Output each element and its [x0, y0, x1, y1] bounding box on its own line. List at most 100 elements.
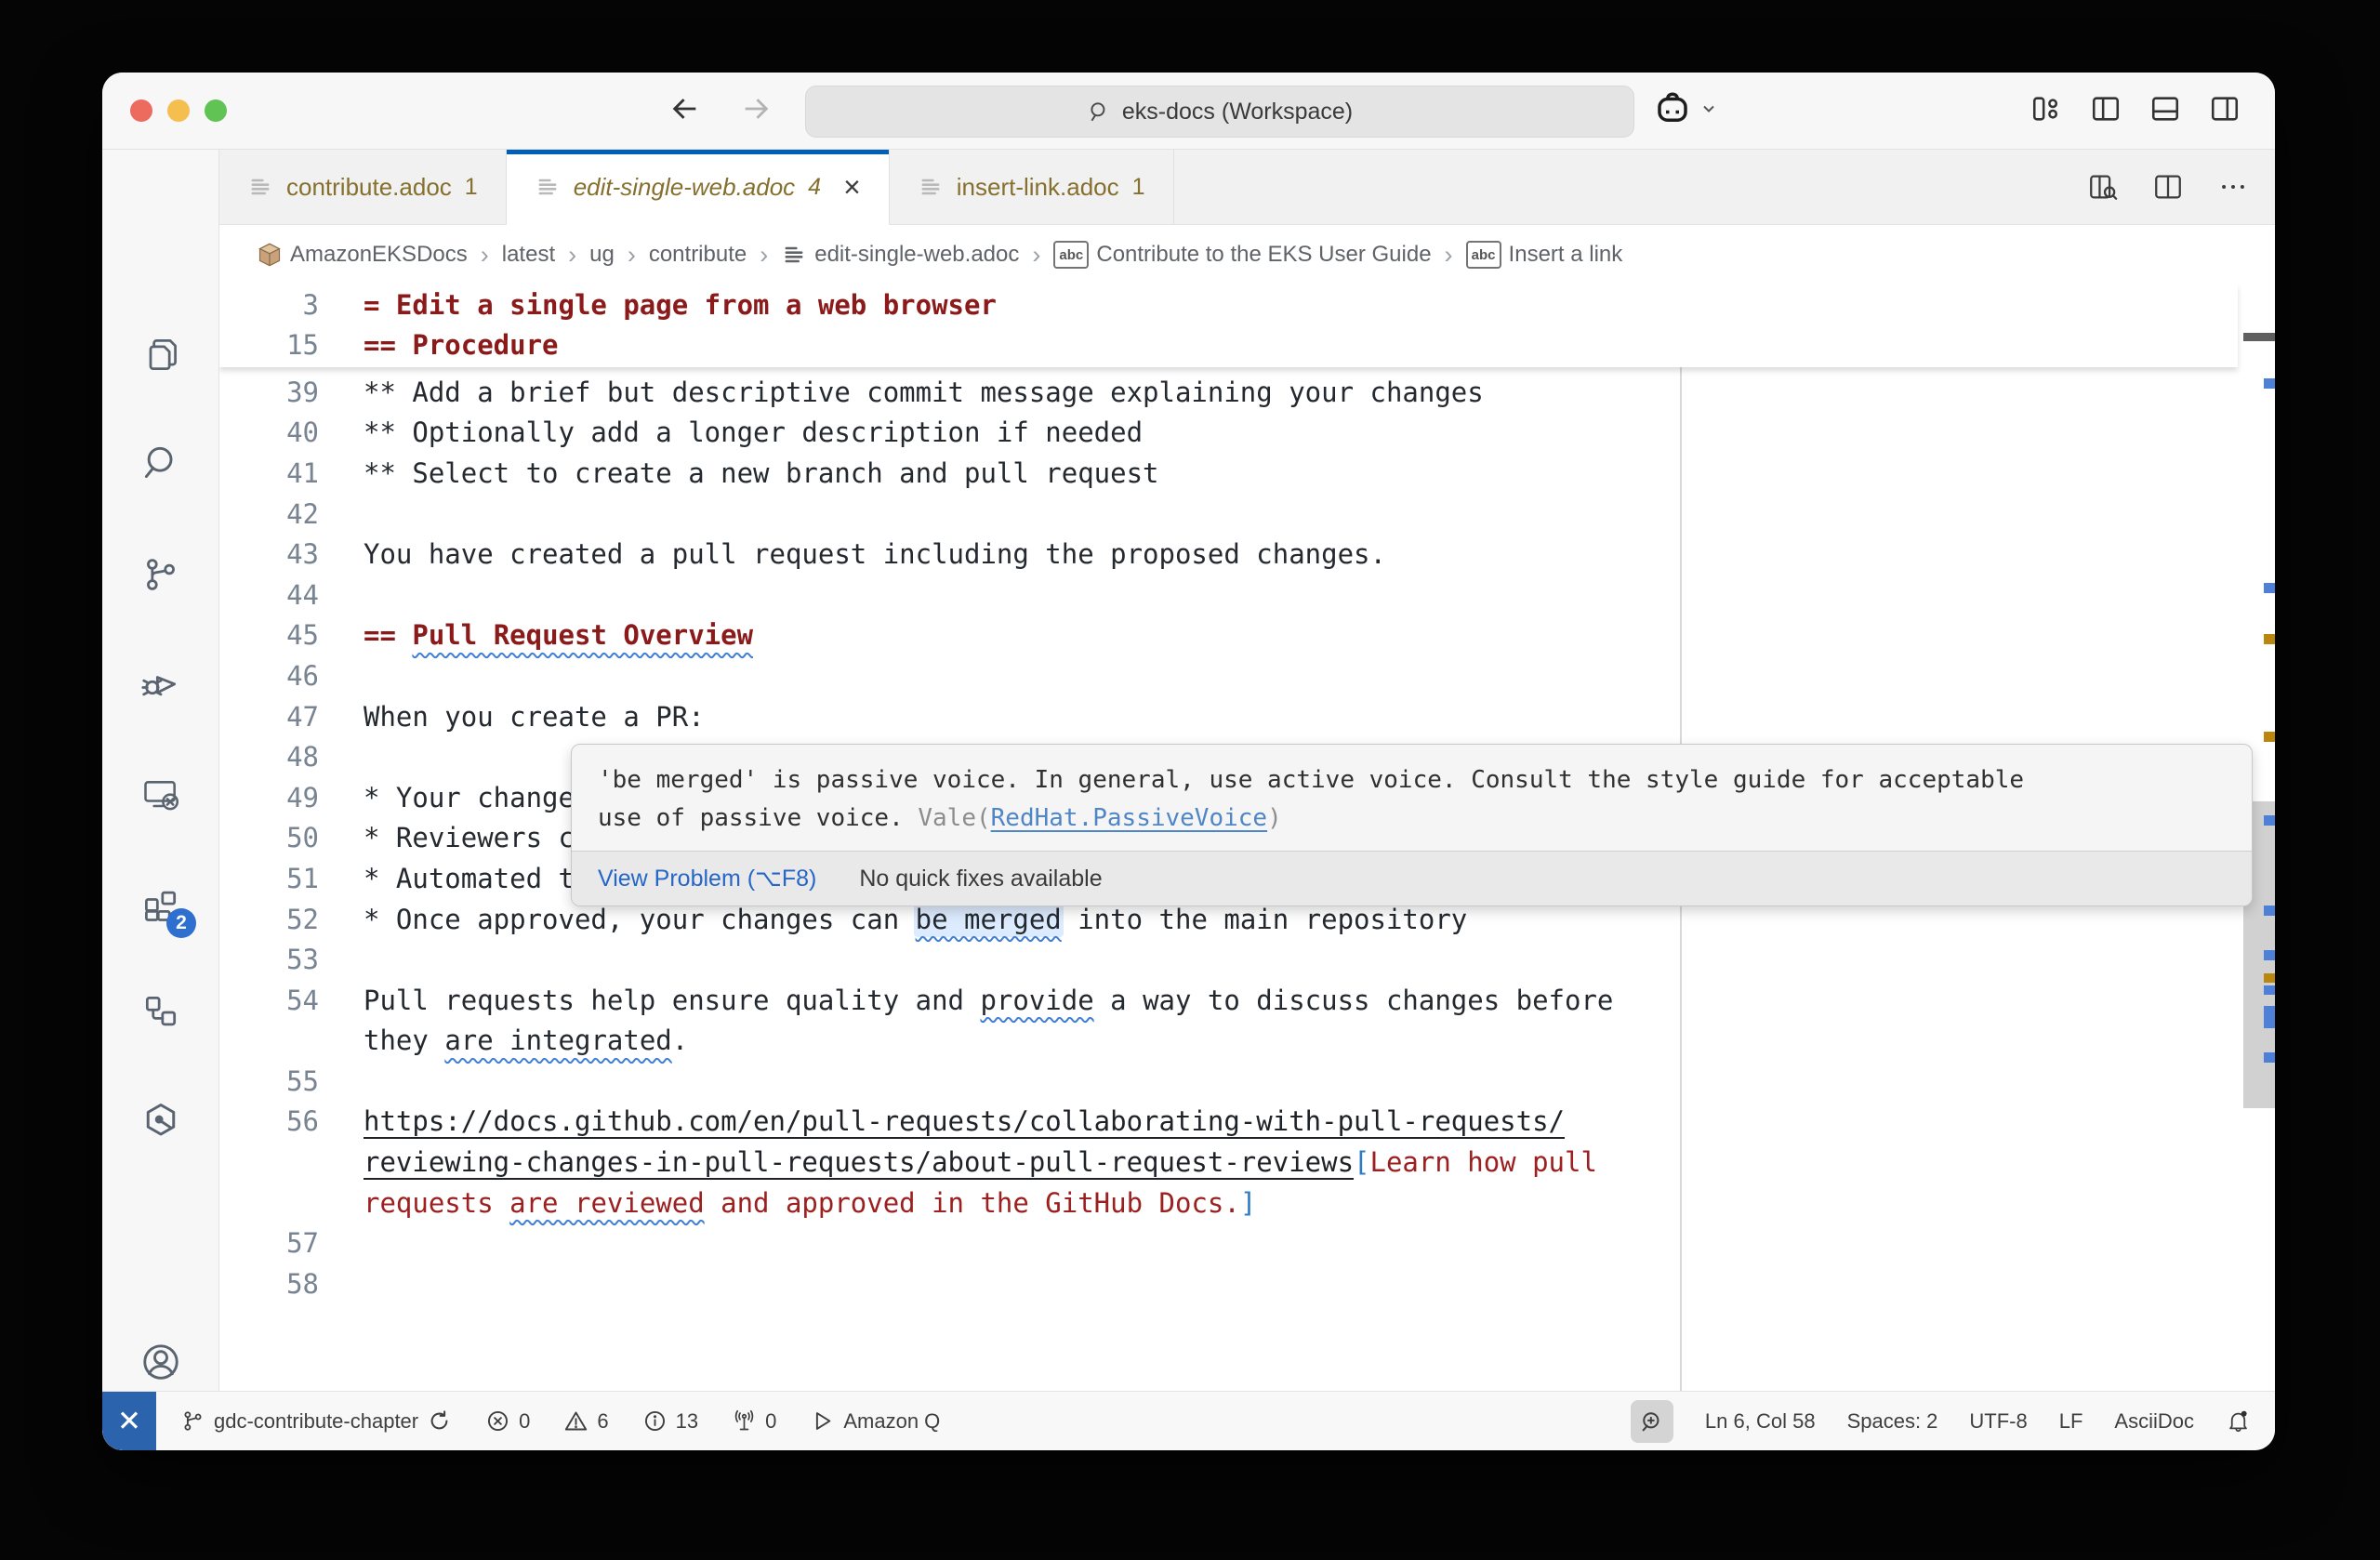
code-editor[interactable]: 39** Add a brief but descriptive commit …	[219, 284, 2275, 1391]
branch-item[interactable]: gdc-contribute-chapter	[180, 1408, 452, 1434]
code-span: .	[672, 1025, 688, 1056]
activity-bar-item-source-control[interactable]	[102, 526, 218, 623]
activity-bar-item-explorer[interactable]	[102, 307, 218, 403]
line-number: 53	[219, 944, 319, 975]
activity-bar-item-run-debug[interactable]	[102, 634, 218, 731]
status-bar: gdc-contribute-chapter 0 6 13 0 Amazon Q Ln 6…	[102, 1391, 2275, 1450]
info-icon	[642, 1408, 668, 1434]
code-line: 44	[219, 575, 2238, 615]
maximize-window-button[interactable]	[205, 99, 227, 122]
code-span: a way to discuss changes before	[1094, 985, 1614, 1016]
tab-contribute.adoc[interactable]: contribute.adoc1	[219, 150, 507, 224]
amazon-q-item[interactable]: Amazon Q	[810, 1408, 940, 1434]
language-mode[interactable]: AsciiDoc	[2114, 1409, 2194, 1434]
indentation[interactable]: Spaces: 2	[1847, 1409, 1938, 1434]
breadcrumb-label: ug	[589, 242, 615, 268]
breadcrumb-label: AmazonEKSDocs	[290, 242, 468, 268]
command-center-search[interactable]: eks-docs (Workspace)	[805, 86, 1634, 138]
warnings-count[interactable]: 6	[563, 1408, 608, 1434]
line-number: 51	[219, 863, 319, 894]
editor-region: contribute.adoc1edit-single-web.adoc4×in…	[219, 150, 2275, 1391]
toggle-panel-icon[interactable]	[2149, 93, 2181, 129]
overview-mark	[2264, 634, 2275, 644]
tab-edit-single-web.adoc[interactable]: edit-single-web.adoc4×	[507, 150, 890, 225]
line-content: = Edit a single page from a web browser	[364, 289, 997, 321]
breadcrumb-item[interactable]: ug	[589, 242, 615, 268]
breadcrumb-item[interactable]: abcContribute to the EKS User Guide	[1053, 241, 1431, 269]
close-window-button[interactable]	[130, 99, 152, 122]
code-span: and approved in the GitHub Docs.	[705, 1187, 1240, 1219]
errors-count[interactable]: 0	[485, 1408, 530, 1434]
activity-bar-item-extensions[interactable]: 2	[102, 856, 218, 953]
status-label: Spaces: 2	[1847, 1409, 1938, 1434]
code-line: 55	[219, 1061, 2238, 1102]
cursor-position[interactable]: Ln 6, Col 58	[1705, 1409, 1816, 1434]
line-content: == Pull Request Overview	[364, 619, 753, 651]
zoom-item[interactable]	[1631, 1400, 1673, 1443]
zoom-in-icon	[1639, 1408, 1665, 1434]
line-content: reviewing-changes-in-pull-requests/about…	[364, 1146, 1597, 1178]
minimize-window-button[interactable]	[167, 99, 190, 122]
source-control-icon	[140, 554, 181, 595]
line-number: 43	[219, 538, 319, 570]
close-icon[interactable]: ×	[843, 170, 861, 205]
overview-mark	[2264, 732, 2275, 742]
line-number: 46	[219, 660, 319, 692]
line-number: 58	[219, 1268, 319, 1300]
breadcrumb-item[interactable]: latest	[502, 242, 555, 268]
breadcrumb-item[interactable]: contribute	[649, 242, 747, 268]
code-line: 39** Add a brief but descriptive commit …	[219, 372, 2238, 413]
open-changes-icon[interactable]	[2087, 171, 2119, 203]
tab-label: contribute.adoc	[286, 173, 452, 202]
copilot-icon[interactable]	[1653, 89, 1692, 133]
overview-mark	[2243, 333, 2275, 341]
activity-bar-item-remote-explorer[interactable]	[102, 747, 218, 844]
eol[interactable]: LF	[2059, 1409, 2083, 1434]
line-content: * Reviewers c	[364, 822, 575, 853]
activity-bar-item-amazon-q[interactable]	[102, 1072, 218, 1169]
breadcrumb-separator: ›	[626, 241, 638, 270]
breadcrumb-item[interactable]: edit-single-web.adoc	[781, 242, 1019, 268]
search-icon	[140, 442, 181, 483]
line-content: ** Select to create a new branch and pul…	[364, 457, 1159, 489]
chevron-down-icon[interactable]	[1699, 99, 1718, 123]
encoding[interactable]: UTF-8	[1969, 1409, 2027, 1434]
code-span: Pull requests help ensure quality and	[364, 985, 980, 1016]
notifications[interactable]	[2226, 1408, 2251, 1434]
toggle-secondary-sidebar-icon[interactable]	[2209, 93, 2241, 129]
breadcrumb-item[interactable]: abcInsert a link	[1466, 241, 1623, 269]
search-icon	[1087, 99, 1111, 124]
forward-arrow-icon[interactable]	[740, 93, 772, 129]
remote-indicator[interactable]	[102, 1392, 156, 1450]
line-number: 56	[219, 1105, 319, 1137]
line-content: they are integrated.	[364, 1025, 688, 1056]
code-span: be merged	[916, 904, 1062, 935]
overview-mark	[2264, 815, 2275, 826]
toggle-primary-sidebar-icon[interactable]	[2090, 93, 2122, 129]
activity-bar-item-references[interactable]	[102, 964, 218, 1061]
back-arrow-icon[interactable]	[669, 93, 701, 129]
code-span: * Automated t	[364, 863, 575, 894]
line-content: * Once approved, your changes can be mer…	[364, 904, 1467, 935]
vale-rule-link[interactable]: RedHat.PassiveVoice	[991, 804, 1267, 832]
activity-bar-item-search[interactable]	[102, 414, 218, 510]
infos-count[interactable]: 13	[642, 1408, 698, 1434]
code-span: ]	[1240, 1187, 1256, 1219]
line-number: 40	[219, 416, 319, 448]
line-content: ** Add a brief but descriptive commit me…	[364, 377, 1484, 408]
breadcrumb-separator: ›	[1030, 241, 1042, 270]
view-problem-link[interactable]: View Problem (⌥F8)	[598, 865, 816, 892]
tab-insert-link.adoc[interactable]: insert-link.adoc1	[890, 150, 1174, 224]
line-number: 41	[219, 457, 319, 489]
split-editor-icon[interactable]	[2152, 171, 2184, 203]
hover-actions-row: View Problem (⌥F8) No quick fixes availa…	[572, 851, 2252, 906]
customize-layout-icon[interactable]	[2030, 93, 2062, 129]
activity-bar: 2⚙	[102, 150, 219, 1391]
code-span: == Procedure	[364, 329, 559, 361]
ports-item[interactable]: 0	[732, 1408, 776, 1434]
status-label: Amazon Q	[843, 1409, 940, 1434]
more-actions-icon[interactable]	[2217, 171, 2249, 203]
tab-label: insert-link.adoc	[957, 173, 1119, 202]
quick-fix-hint: No quick fixes available	[859, 866, 1102, 892]
breadcrumb-item[interactable]: AmazonEKSDocs	[257, 242, 468, 268]
